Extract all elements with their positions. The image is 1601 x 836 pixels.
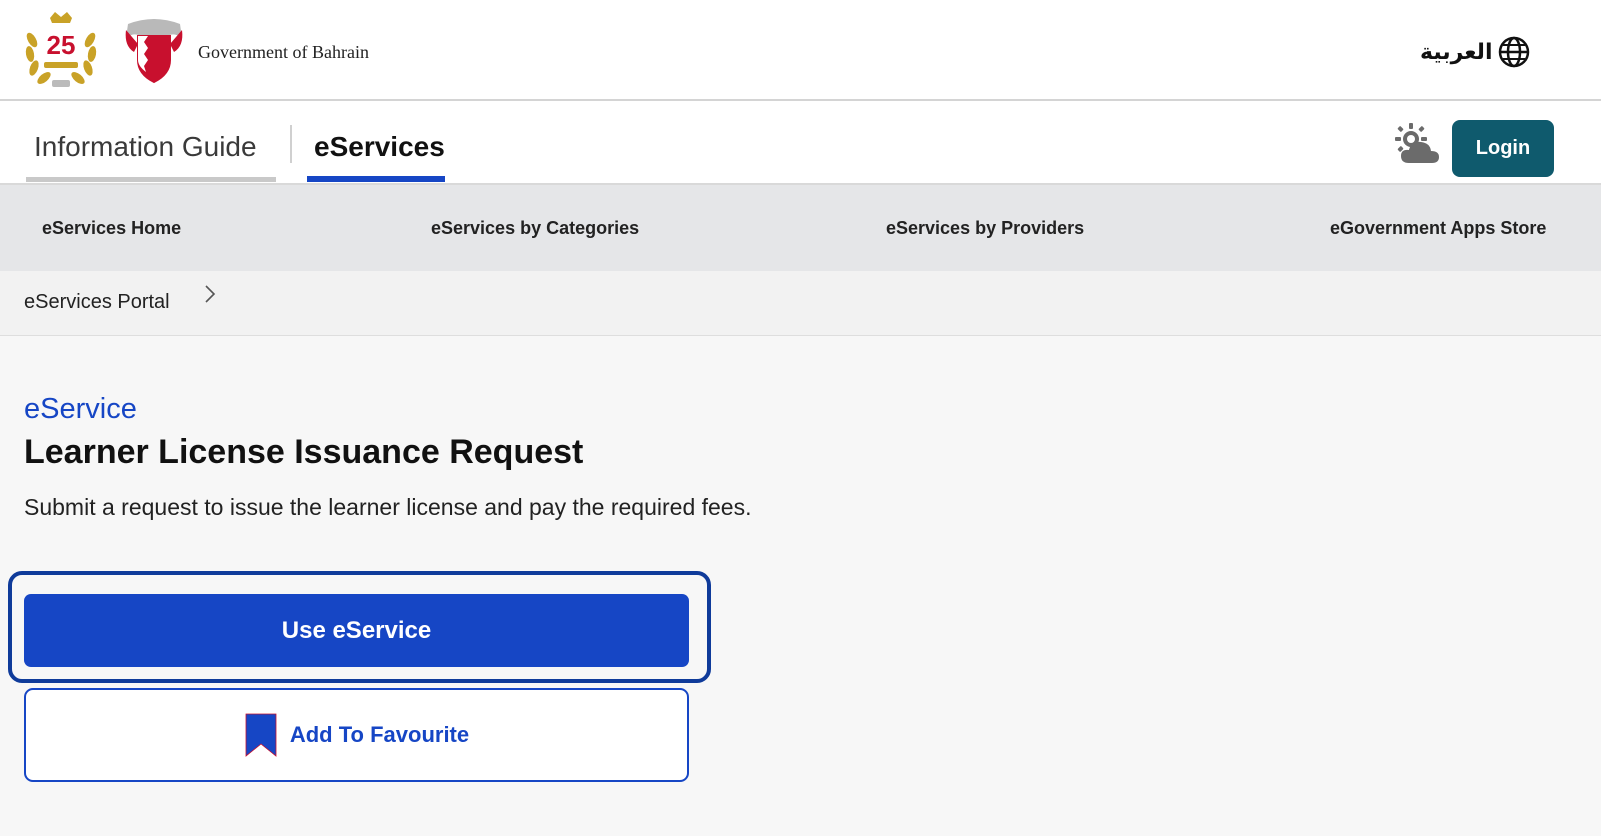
top-header: 25 Government of Bahrain العربية	[0, 0, 1601, 101]
subnav-eservices-home[interactable]: eServices Home	[42, 218, 181, 239]
service-type-label: eService	[24, 393, 137, 425]
language-switch[interactable]: العربية	[1420, 34, 1531, 70]
bookmark-icon	[245, 713, 277, 757]
service-description: Submit a request to issue the learner li…	[24, 494, 752, 520]
add-to-favourite-label: Add To Favourite	[289, 722, 470, 747]
breadcrumb-eservices-portal[interactable]: eServices Portal	[24, 291, 170, 314]
breadcrumb: eServices Portal	[0, 271, 1601, 336]
use-eservice-button[interactable]: Use eService	[24, 594, 689, 667]
subnav-eservices-by-providers[interactable]: eServices by Providers	[886, 218, 1084, 239]
add-to-favourite-button[interactable]: Add To Favourite	[24, 688, 689, 782]
chevron-right-icon	[205, 285, 216, 303]
subnav-egovernment-apps-store[interactable]: eGovernment Apps Store	[1330, 218, 1546, 239]
anniversary-25-logo: 25	[25, 12, 97, 87]
eservices-subnav: eServices Home eServices by Categories e…	[0, 185, 1601, 271]
language-label: العربية	[1420, 39, 1493, 65]
subnav-eservices-by-categories[interactable]: eServices by Categories	[431, 218, 639, 239]
tab-indicator-active	[307, 176, 445, 182]
tab-eservices[interactable]: eServices	[314, 131, 445, 163]
globe-icon	[1498, 36, 1529, 68]
tab-indicator-inactive	[26, 177, 276, 182]
bahrain-crest-logo	[125, 19, 183, 84]
weather-icon[interactable]	[1393, 123, 1443, 165]
page-title: Learner License Issuance Request	[24, 433, 584, 471]
login-button[interactable]: Login	[1452, 120, 1554, 177]
tab-divider	[290, 125, 292, 163]
tab-information-guide[interactable]: Information Guide	[34, 131, 257, 163]
government-name: Government of Bahrain	[198, 42, 369, 62]
svg-text:25: 25	[47, 30, 76, 60]
main-tabs: Information Guide eServices Login	[0, 101, 1601, 185]
